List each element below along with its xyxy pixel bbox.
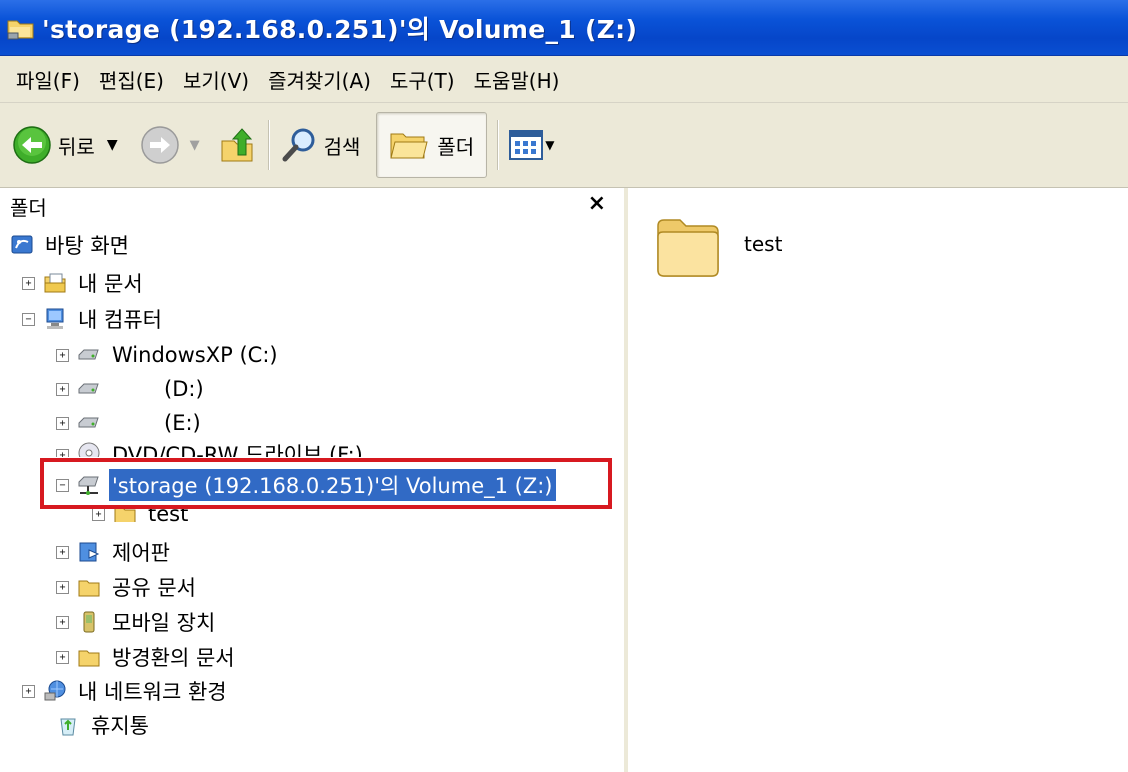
tree-item-mobile-device[interactable]: + 모바일 장치 bbox=[56, 607, 218, 637]
tree-label: 제어판 bbox=[112, 541, 170, 565]
folders-pane-title: 폴더 bbox=[10, 195, 47, 220]
folder-icon bbox=[114, 507, 136, 522]
back-label: 뒤로 bbox=[58, 134, 95, 159]
expand-plus-icon[interactable]: + bbox=[56, 416, 69, 430]
expand-plus-icon[interactable]: + bbox=[92, 507, 105, 521]
up-folder-icon bbox=[221, 128, 253, 162]
tree-label: 방경환의 문서 bbox=[112, 646, 235, 670]
menu-file[interactable]: 파일(F) bbox=[16, 65, 80, 94]
expand-plus-icon[interactable]: + bbox=[56, 348, 69, 362]
forward-button[interactable]: ▼ bbox=[140, 125, 200, 165]
title-bar[interactable]: 'storage (192.168.0.251)'의 Volume_1 (Z:) bbox=[0, 0, 1128, 56]
views-button[interactable]: ▼ bbox=[509, 130, 554, 160]
tree-item-drive-z[interactable]: − 'storage (192.168.0.251)'의 Volume_1 (Z… bbox=[56, 469, 556, 501]
tree-label: test bbox=[148, 506, 189, 522]
expand-plus-icon[interactable]: + bbox=[56, 382, 69, 396]
network-places-icon bbox=[44, 680, 66, 701]
tree-item-user-docs[interactable]: + 방경환의 문서 bbox=[56, 642, 238, 672]
tree-item-my-computer[interactable]: − 내 컴퓨터 bbox=[22, 304, 165, 334]
back-button[interactable]: 뒤로 ▼ bbox=[12, 125, 118, 165]
forward-dropdown-icon[interactable]: ▼ bbox=[190, 138, 200, 153]
hard-drive-icon bbox=[78, 349, 99, 360]
collapse-minus-icon[interactable]: − bbox=[22, 312, 35, 326]
toolbar-separator bbox=[267, 120, 270, 170]
close-icon[interactable]: × bbox=[588, 191, 606, 216]
tree-item-control-panel[interactable]: + 제어판 bbox=[56, 537, 173, 567]
control-panel-icon bbox=[79, 542, 100, 562]
menu-tools[interactable]: 도구(T) bbox=[390, 65, 455, 94]
cd-drive-icon bbox=[78, 442, 100, 457]
my-computer-icon bbox=[46, 308, 64, 329]
tree-label: (D:) bbox=[164, 377, 204, 401]
tree-label: (E:) bbox=[164, 411, 201, 435]
menu-favorites[interactable]: 즐겨찾기(A) bbox=[268, 65, 371, 94]
tree-item-shared-docs[interactable]: + 공유 문서 bbox=[56, 572, 199, 602]
views-dropdown-icon[interactable]: ▼ bbox=[545, 138, 554, 152]
tree-item-drive-d[interactable]: + (D:) bbox=[56, 374, 207, 404]
up-folder-button[interactable] bbox=[218, 125, 258, 165]
expand-plus-icon[interactable]: + bbox=[22, 684, 35, 698]
tree-item-my-documents[interactable]: + 내 문서 bbox=[22, 268, 146, 298]
expand-plus-icon[interactable]: + bbox=[56, 449, 69, 457]
tree-item-recycle-bin[interactable]: 휴지통 bbox=[56, 710, 152, 740]
tree-label: 휴지통 bbox=[91, 714, 149, 738]
expand-plus-icon[interactable]: + bbox=[56, 580, 69, 594]
search-button[interactable]: 검색 bbox=[280, 125, 361, 165]
forward-arrow-icon bbox=[140, 126, 179, 164]
network-drive-icon bbox=[78, 476, 99, 495]
toolbar: 뒤로 ▼ ▼ 검색 폴더 ▼ bbox=[0, 103, 1128, 188]
back-dropdown-icon[interactable]: ▼ bbox=[107, 137, 118, 153]
tree-label: 내 네트워크 환경 bbox=[78, 680, 227, 704]
toolbar-separator bbox=[497, 120, 500, 170]
tree-label: 모바일 장치 bbox=[112, 611, 216, 635]
expand-plus-icon[interactable]: + bbox=[56, 615, 69, 629]
expand-plus-icon[interactable]: + bbox=[56, 545, 69, 559]
search-label: 검색 bbox=[323, 134, 361, 159]
folders-button[interactable]: 폴더 bbox=[376, 112, 488, 178]
tree-label: 'storage (192.168.0.251)'의 Volume_1 (Z:) bbox=[109, 469, 556, 501]
folder-icon bbox=[78, 580, 100, 597]
tree-label: 내 컴퓨터 bbox=[78, 308, 162, 332]
menu-bar: 파일(F) 편집(E) 보기(V) 즐겨찾기(A) 도구(T) 도움말(H) bbox=[0, 56, 1128, 103]
folders-pane-header: 폴더 × bbox=[0, 188, 624, 224]
my-documents-icon bbox=[44, 273, 66, 293]
tree-item-desktop[interactable]: 바탕 화면 bbox=[10, 230, 132, 260]
menu-edit[interactable]: 편집(E) bbox=[99, 65, 164, 94]
content-item-test[interactable]: test bbox=[652, 210, 782, 282]
folder-icon bbox=[78, 650, 100, 667]
tree-label: DVD/CD-RW 드라이브 (F:) bbox=[112, 443, 363, 457]
back-arrow-icon bbox=[13, 126, 51, 164]
expand-plus-icon[interactable]: + bbox=[56, 650, 69, 664]
tree-item-drive-f[interactable]: + DVD/CD-RW 드라이브 (F:) bbox=[56, 441, 366, 457]
views-icon bbox=[509, 130, 544, 160]
content-item-label: test bbox=[744, 232, 783, 256]
tree-item-test[interactable]: + test bbox=[92, 506, 191, 522]
tree-label: 바탕 화면 bbox=[45, 234, 129, 258]
tree-item-drive-e[interactable]: + (E:) bbox=[56, 408, 204, 438]
folder-contents-pane: test bbox=[628, 188, 1128, 772]
expand-plus-icon[interactable]: + bbox=[22, 276, 35, 290]
tree-item-network[interactable]: + 내 네트워크 환경 bbox=[22, 676, 230, 706]
folders-icon bbox=[390, 133, 429, 159]
mobile-device-icon bbox=[83, 611, 95, 633]
desktop-icon bbox=[11, 235, 33, 254]
window-title: 'storage (192.168.0.251)'의 Volume_1 (Z:) bbox=[42, 14, 638, 44]
network-folder-icon bbox=[6, 15, 36, 41]
hard-drive-icon bbox=[78, 383, 99, 394]
search-icon bbox=[282, 128, 315, 162]
folder-icon bbox=[657, 219, 719, 277]
tree-item-drive-c[interactable]: + WindowsXP (C:) bbox=[56, 340, 281, 370]
recycle-bin-icon bbox=[60, 718, 76, 736]
hard-drive-icon bbox=[78, 417, 99, 428]
tree-label: 공유 문서 bbox=[112, 576, 196, 600]
menu-view[interactable]: 보기(V) bbox=[183, 65, 249, 94]
menu-help[interactable]: 도움말(H) bbox=[474, 65, 560, 94]
folders-label: 폴더 bbox=[437, 134, 475, 159]
collapse-minus-icon[interactable]: − bbox=[56, 478, 69, 492]
tree-label: 내 문서 bbox=[78, 272, 143, 296]
tree-label: WindowsXP (C:) bbox=[112, 343, 278, 367]
